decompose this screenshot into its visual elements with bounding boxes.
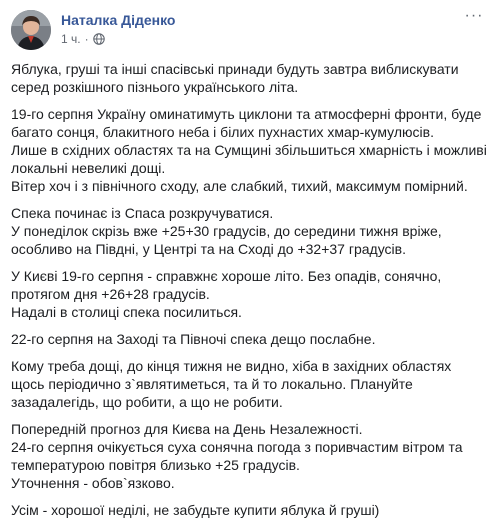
post-paragraph: 19-го серпня Україну оминатимуть циклони…	[11, 106, 487, 194]
post-paragraph: 22-го серпня на Заході та Півночі спека …	[11, 331, 376, 347]
post-paragraph: Усім - хорошої неділі, не забудьте купит…	[11, 502, 380, 518]
post-text: Яблука, груші та інші спасівські принади…	[11, 60, 489, 528]
author-avatar[interactable]	[11, 10, 51, 50]
post-header: Наталка Діденко 1 ч. · ···	[11, 8, 486, 50]
post-paragraph: Спека починає із Спаса розкручуватися. У…	[11, 205, 442, 257]
more-options-icon[interactable]: ···	[462, 8, 486, 28]
post-timestamp[interactable]: 1 ч.	[61, 32, 81, 46]
post-paragraph: У Києві 19-го серпня - справжнє хороше л…	[11, 268, 442, 320]
post-paragraph: Яблука, груші та інші спасівські принади…	[11, 61, 459, 95]
globe-icon	[92, 33, 105, 45]
facebook-post: Наталка Діденко 1 ч. · ··· Яблука, груші…	[0, 0, 497, 518]
author-name[interactable]: Наталка Діденко	[61, 12, 175, 28]
post-paragraph: Кому треба дощі, до кінця тижня не видно…	[11, 358, 452, 410]
meta-separator: ·	[84, 32, 89, 46]
post-paragraph: Попередній прогноз для Києва на День Нез…	[11, 421, 463, 491]
post-meta: 1 ч. ·	[61, 32, 105, 46]
